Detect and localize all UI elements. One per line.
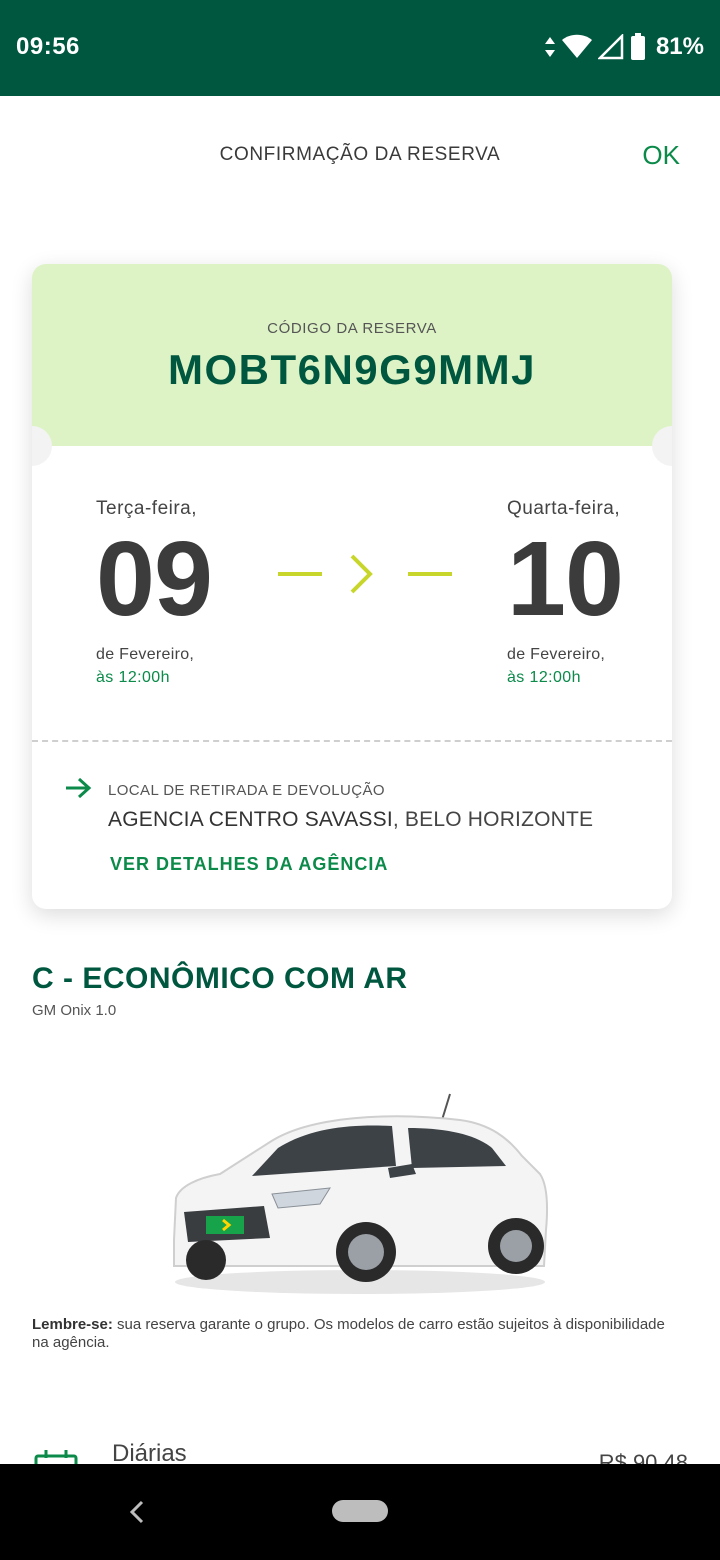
- return-month: de Fevereiro,: [507, 646, 606, 663]
- agency-details-link[interactable]: VER DETALHES DA AGÊNCIA: [110, 854, 388, 875]
- page-header: CONFIRMAÇÃO DA RESERVA OK: [0, 96, 720, 216]
- car-model: GM Onix 1.0: [32, 1002, 117, 1019]
- location-label: LOCAL DE RETIRADA E DEVOLUÇÃO: [108, 782, 385, 799]
- status-icons: 5 81%: [544, 30, 704, 64]
- location-value: AGENCIA CENTRO SAVASSI, BELO HORIZONTE: [108, 808, 593, 832]
- system-nav-bar: [0, 1464, 720, 1560]
- pickup-day: 09: [96, 520, 213, 638]
- page-title: CONFIRMAÇÃO DA RESERVA: [219, 144, 501, 165]
- car-image: [173, 1093, 549, 1294]
- pickup-month: de Fevereiro,: [96, 646, 195, 663]
- dashed-divider: [32, 740, 672, 742]
- data-arrows-icon: [544, 37, 555, 57]
- arrow-right-icon: [66, 777, 92, 799]
- return-day: 10: [507, 520, 624, 638]
- wifi-icon: 5: [561, 34, 592, 60]
- reminder-note: Lembre-se: sua reserva garante o grupo. …: [32, 1316, 672, 1352]
- signal-icon: [597, 34, 624, 60]
- status-bar: 09:56 5 81%: [0, 0, 720, 96]
- car-group-title: C - ECONÔMICO COM AR: [32, 962, 408, 995]
- ok-button[interactable]: OK: [642, 140, 680, 171]
- reminder-bold: Lembre-se:: [32, 1316, 113, 1333]
- location-city: , BELO HORIZONTE: [392, 808, 594, 831]
- reservation-card: CÓDIGO DA RESERVA MOBT6N9G9MMJ Terça-fei…: [32, 264, 672, 909]
- reservation-code: MOBT6N9G9MMJ: [167, 346, 537, 393]
- battery-icon: [630, 33, 645, 60]
- reservation-code-label: CÓDIGO DA RESERVA: [267, 320, 437, 337]
- return-time: às 12:00h: [507, 669, 581, 686]
- home-pill-button[interactable]: [332, 1500, 388, 1522]
- location-agency: AGENCIA CENTRO SAVASSI: [108, 808, 393, 831]
- pickup-weekday: Terça-feira,: [96, 498, 198, 519]
- svg-text:5: 5: [583, 49, 589, 60]
- reservation-code-panel: CÓDIGO DA RESERVA MOBT6N9G9MMJ: [32, 264, 672, 446]
- date-range-arrow-icon: [278, 554, 452, 594]
- pickup-time: às 12:00h: [96, 669, 170, 686]
- reminder-text: sua reserva garante o grupo. Os modelos …: [32, 1316, 665, 1351]
- return-weekday: Quarta-feira,: [507, 498, 621, 519]
- back-icon[interactable]: [124, 1496, 152, 1528]
- status-time: 09:56: [16, 33, 80, 60]
- battery-percent: 81%: [655, 33, 704, 60]
